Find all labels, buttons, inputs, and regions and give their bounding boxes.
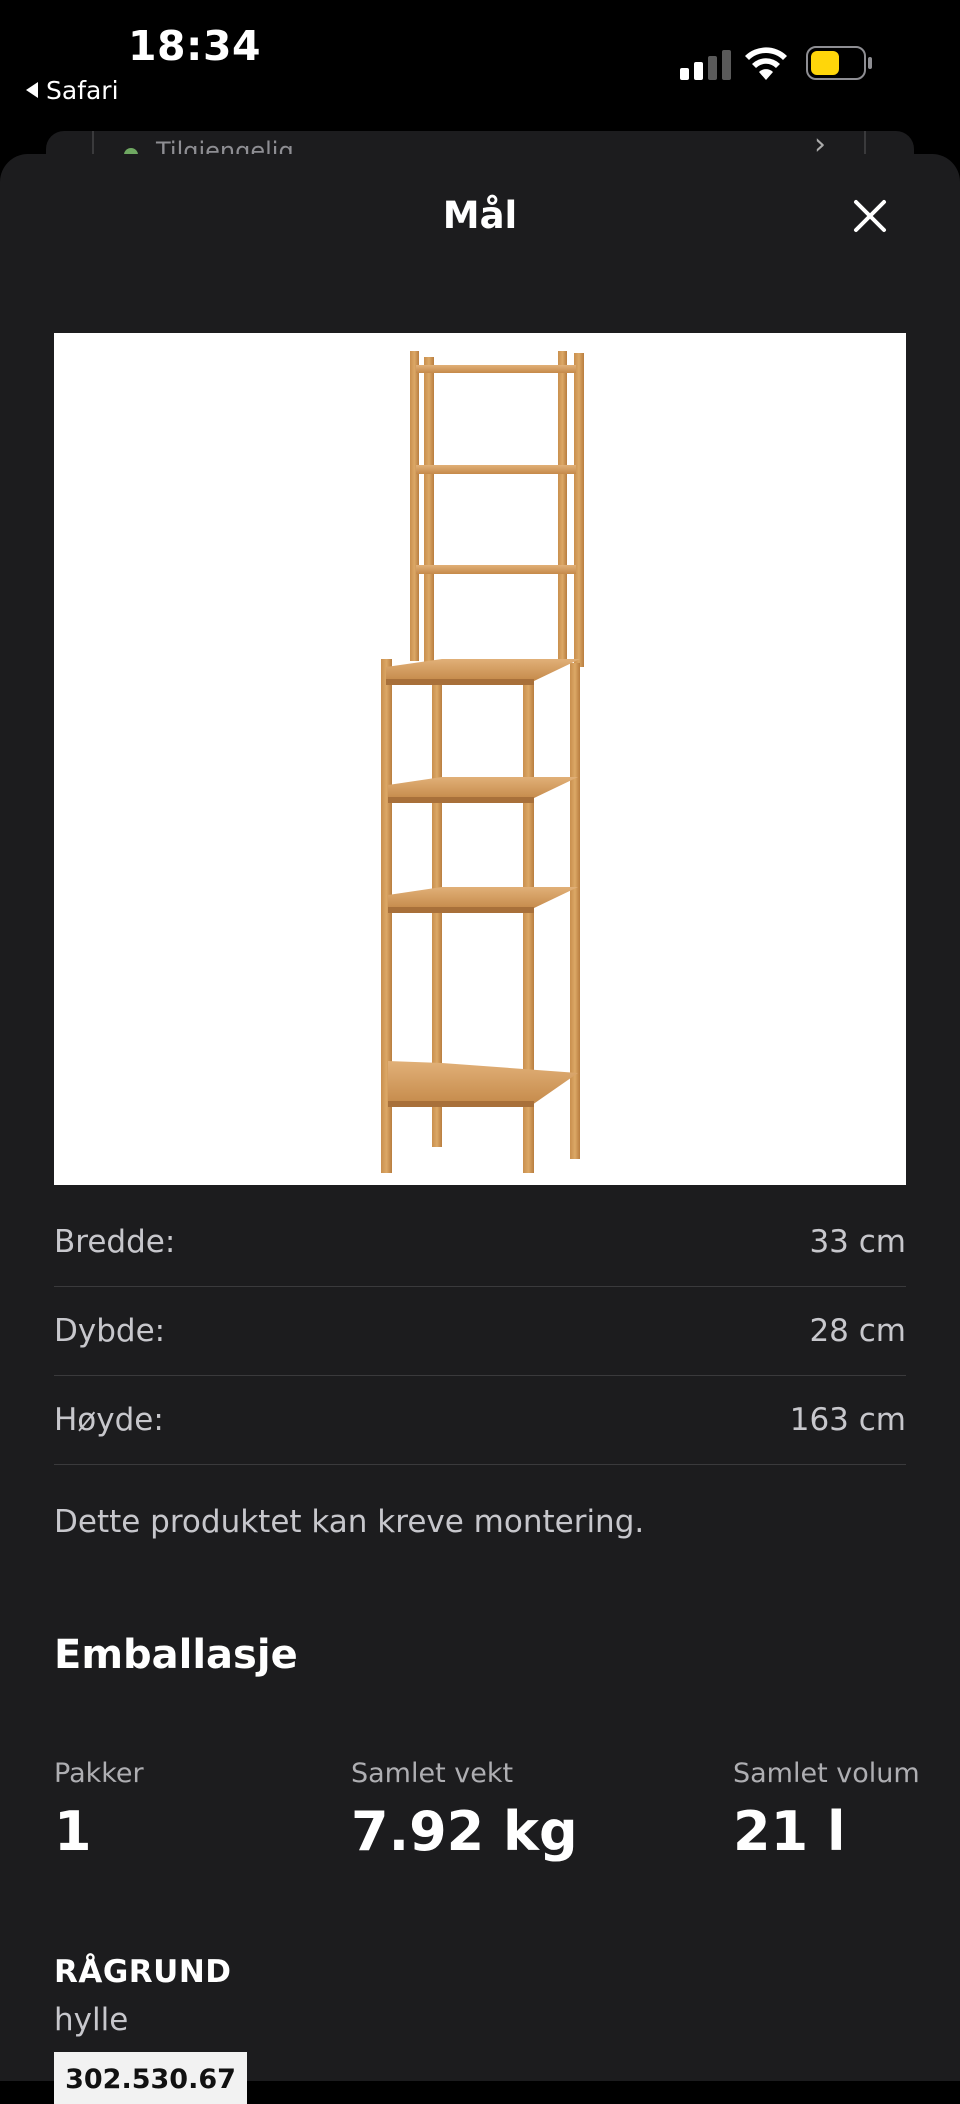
status-bar: 18:34 Safari bbox=[0, 0, 960, 130]
assembly-note: Dette produktet kan kreve montering. bbox=[54, 1504, 645, 1540]
total-volume-value: 21 l bbox=[733, 1800, 846, 1863]
total-weight-label: Samlet vekt bbox=[351, 1758, 514, 1789]
back-label: Safari bbox=[46, 76, 119, 105]
dimension-label: Bredde: bbox=[54, 1224, 176, 1260]
dimension-row-width: Bredde: 33 cm bbox=[54, 1198, 906, 1287]
packages-label: Pakker bbox=[54, 1758, 144, 1789]
sheet-title: Mål bbox=[442, 194, 518, 237]
product-type: hylle bbox=[54, 2002, 129, 2038]
packaging-title: Emballasje bbox=[54, 1632, 298, 1678]
shelf-illustration bbox=[381, 351, 584, 1173]
dimension-value: 28 cm bbox=[809, 1313, 906, 1349]
product-image bbox=[54, 333, 906, 1185]
dimension-row-height: Høyde: 163 cm bbox=[54, 1376, 906, 1465]
back-arrow-icon bbox=[26, 82, 38, 98]
cellular-signal-icon bbox=[680, 50, 731, 80]
dimensions-sheet: Mål Bredde: 33 cm Dybde: 28 cm Høyde: 16… bbox=[0, 154, 960, 2104]
dimension-row-depth: Dybde: 28 cm bbox=[54, 1287, 906, 1376]
battery-icon bbox=[806, 46, 872, 80]
status-time: 18:34 bbox=[128, 22, 262, 70]
article-number-badge: 302.530.67 bbox=[54, 2052, 247, 2104]
close-icon[interactable] bbox=[850, 196, 890, 236]
dimension-value: 33 cm bbox=[809, 1224, 906, 1260]
total-volume-label: Samlet volum bbox=[733, 1758, 920, 1789]
wifi-icon bbox=[745, 47, 787, 80]
dimension-value: 163 cm bbox=[789, 1402, 906, 1438]
product-name: RÅGRUND bbox=[54, 1954, 232, 1990]
packages-value: 1 bbox=[54, 1800, 92, 1863]
back-to-safari-link[interactable]: Safari bbox=[26, 76, 119, 105]
dimension-label: Høyde: bbox=[54, 1402, 164, 1438]
dimension-label: Dybde: bbox=[54, 1313, 166, 1349]
total-weight-value: 7.92 kg bbox=[351, 1800, 578, 1863]
